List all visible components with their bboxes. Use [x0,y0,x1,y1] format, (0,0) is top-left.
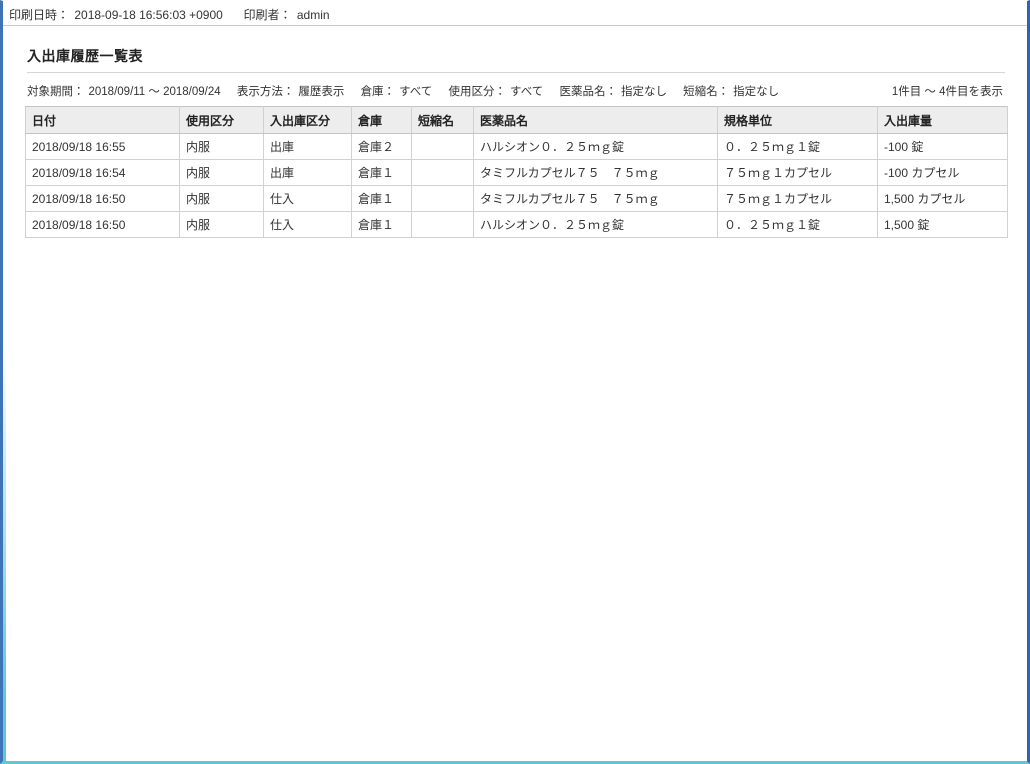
criteria-list: 対象期間： 2018/09/11 ～ 2018/09/24 表示方法： 履歴表示 倉… [27,83,779,99]
criteria-key-warehouse: 倉庫： [360,86,396,98]
criteria-key-drug-name: 医薬品名： [559,86,617,98]
print-datetime-label: 印刷日時： [9,8,70,22]
cell-quantity: -100 カプセル [877,159,1008,186]
page-title: 入出庫履歴一覧表 [27,48,143,64]
history-table-body: 2018/09/18 16:55 内服 出庫 倉庫２ ハルシオン０．２５ｍｇ錠 … [25,133,1008,238]
table-row: 2018/09/18 16:54 内服 出庫 倉庫１ タミフルカプセル７５ ７５… [25,159,1008,186]
column-header-unit: 規格単位 [717,106,878,134]
title-divider [27,72,1005,73]
cell-io-type: 仕入 [263,211,352,238]
criteria-value-warehouse: すべて [399,86,433,98]
cell-usage: 内服 [179,211,264,238]
column-header-date: 日付 [25,106,180,134]
cell-usage: 内服 [179,159,264,186]
table-row: 2018/09/18 16:50 内服 仕入 倉庫１ タミフルカプセル７５ ７５… [25,185,1008,212]
criteria-key-period: 対象期間： [27,86,85,98]
cell-unit: ７５ｍｇ１カプセル [717,185,878,212]
cell-quantity: -100 錠 [877,133,1008,160]
criteria-value-period: 2018/09/11 ～ 2018/09/24 [88,86,221,98]
cell-quantity: 1,500 錠 [877,211,1008,238]
column-header-short-name: 短縮名 [411,106,474,134]
cell-drug-name: ハルシオン０．２５ｍｇ錠 [473,211,718,238]
cell-unit: ０．２５ｍｇ１錠 [717,133,878,160]
print-user-value: admin [296,8,330,22]
cell-usage: 内服 [179,133,264,160]
cell-short-name [411,211,474,238]
cell-unit: ７５ｍｇ１カプセル [717,159,878,186]
cell-warehouse: 倉庫１ [351,211,412,238]
history-table-head: 日付 使用区分 入出庫区分 倉庫 短縮名 医薬品名 規格単位 入出庫量 [25,106,1008,134]
cell-unit: ０．２５ｍｇ１錠 [717,211,878,238]
cell-date: 2018/09/18 16:50 [25,211,180,238]
cell-date: 2018/09/18 16:55 [25,133,180,160]
print-user-label: 印刷者： [243,8,292,22]
column-header-warehouse: 倉庫 [351,106,412,134]
report-content: 入出庫履歴一覧表 対象期間： 2018/09/11 ～ 2018/09/24 表示… [3,26,1027,238]
column-header-quantity: 入出庫量 [877,106,1008,134]
cell-io-type: 出庫 [263,133,352,160]
cell-drug-name: タミフルカプセル７５ ７５ｍｇ [473,159,718,186]
cell-warehouse: 倉庫１ [351,159,412,186]
criteria-item-period: 対象期間： 2018/09/11 ～ 2018/09/24 [27,86,224,98]
criteria-bar: 対象期間： 2018/09/11 ～ 2018/09/24 表示方法： 履歴表示 倉… [27,83,1003,99]
table-row: 2018/09/18 16:55 内服 出庫 倉庫２ ハルシオン０．２５ｍｇ錠 … [25,133,1008,160]
criteria-value-short-name: 指定なし [733,86,780,98]
record-range-label: 1件目 ～ 4件目を表示 [891,86,1003,98]
column-header-drug-name: 医薬品名 [473,106,718,134]
cell-usage: 内服 [179,185,264,212]
cell-warehouse: 倉庫２ [351,133,412,160]
criteria-value-drug-name: 指定なし [620,86,667,98]
cell-quantity: 1,500 カプセル [877,185,1008,212]
cell-short-name [411,185,474,212]
print-datetime-value: 2018-09-18 16:56:03 +0900 [74,8,223,22]
cell-short-name [411,133,474,160]
cell-short-name [411,159,474,186]
criteria-key-short-name: 短縮名： [683,86,730,98]
criteria-item-drug-name: 医薬品名： 指定なし [559,86,670,98]
cell-drug-name: ハルシオン０．２５ｍｇ錠 [473,133,718,160]
criteria-value-usage: すべて [510,86,544,98]
cell-io-type: 出庫 [263,159,352,186]
criteria-item-short-name: 短縮名： 指定なし [683,86,779,98]
cell-warehouse: 倉庫１ [351,185,412,212]
cell-date: 2018/09/18 16:54 [25,159,180,186]
report-window: 印刷日時： 2018-09-18 16:56:03 +0900 印刷者： adm… [0,0,1030,764]
cell-date: 2018/09/18 16:50 [25,185,180,212]
criteria-key-display-method: 表示方法： [236,86,295,98]
criteria-item-display-method: 表示方法： 履歴表示 [237,86,348,98]
criteria-item-warehouse: 倉庫： すべて [361,86,436,98]
column-header-usage: 使用区分 [179,106,264,134]
table-row: 2018/09/18 16:50 内服 仕入 倉庫１ ハルシオン０．２５ｍｇ錠 … [25,211,1008,238]
criteria-value-display-method: 履歴表示 [298,86,345,98]
history-table: 日付 使用区分 入出庫区分 倉庫 短縮名 医薬品名 規格単位 入出庫量 2018… [25,106,1008,238]
criteria-key-usage: 使用区分： [448,86,507,98]
column-header-io-type: 入出庫区分 [263,106,352,134]
cell-io-type: 仕入 [263,185,352,212]
table-header-row: 日付 使用区分 入出庫区分 倉庫 短縮名 医薬品名 規格単位 入出庫量 [25,106,1008,134]
cell-drug-name: タミフルカプセル７５ ７５ｍｇ [473,185,718,212]
print-info-bar: 印刷日時： 2018-09-18 16:56:03 +0900 印刷者： adm… [3,1,1027,26]
criteria-item-usage: 使用区分： すべて [449,86,547,98]
